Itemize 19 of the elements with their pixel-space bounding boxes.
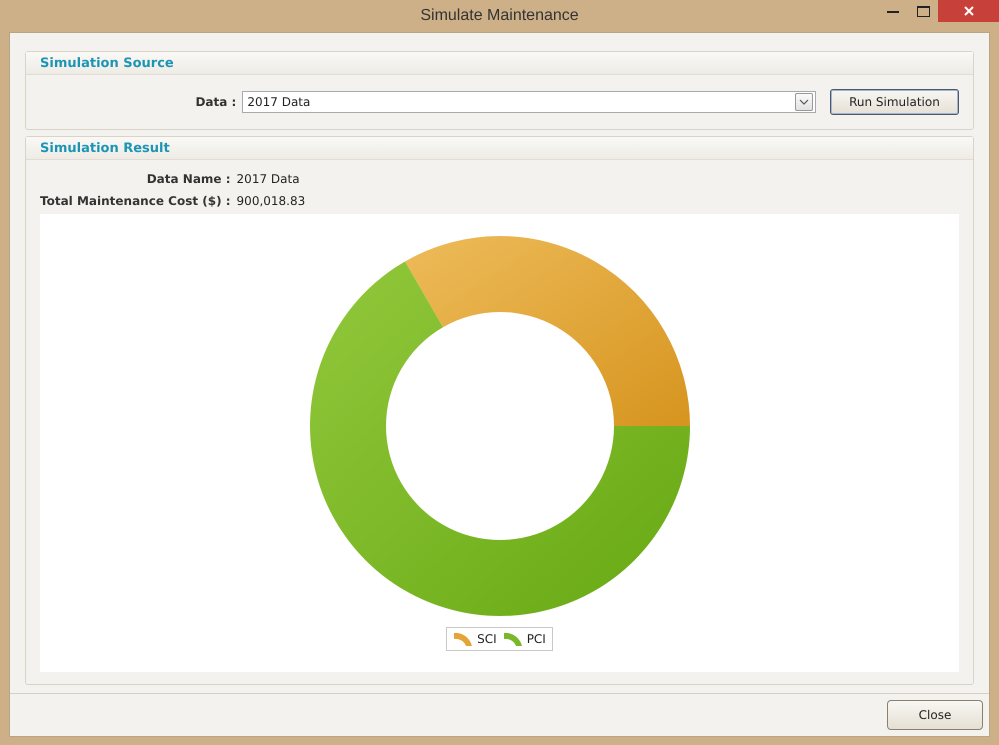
run-simulation-button[interactable]: Run Simulation <box>830 89 959 115</box>
data-dropdown[interactable]: 2017 Data <box>242 91 816 113</box>
data-label: Data : <box>194 95 236 109</box>
field-value: 2017 Data <box>236 172 301 186</box>
close-button[interactable]: Close <box>887 700 983 730</box>
field-label: Total Maintenance Cost ($) : <box>40 194 231 208</box>
legend-label: PCI <box>526 632 546 646</box>
window-title: Simulate Maintenance <box>420 7 579 25</box>
close-window-button[interactable] <box>938 0 999 22</box>
panel-title: Simulation Result <box>40 140 170 156</box>
minimize-icon <box>887 9 899 13</box>
field-label: Data Name : <box>146 172 231 186</box>
close-icon <box>964 6 974 16</box>
legend-label: SCI <box>477 632 497 646</box>
dropdown-button[interactable] <box>794 93 813 111</box>
field-value: 900,018.83 <box>236 194 306 208</box>
maximize-icon <box>916 6 930 16</box>
chevron-down-icon <box>798 99 809 105</box>
panel-title: Simulation Source <box>40 56 174 70</box>
